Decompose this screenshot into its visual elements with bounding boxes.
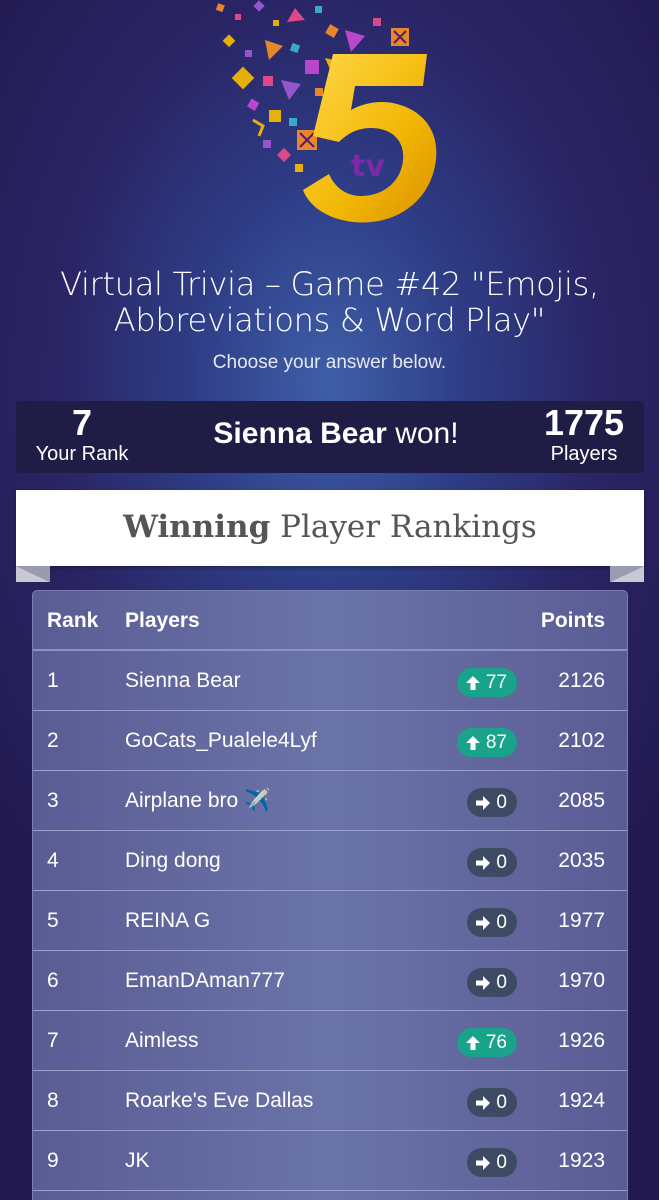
row-points: 1926	[558, 1029, 605, 1052]
rank-change-value: 0	[496, 971, 507, 993]
header-points: Points	[540, 609, 605, 632]
rank-change-value: 76	[485, 1031, 507, 1053]
table-row: 1 Sienna Bear 77 2126	[33, 651, 627, 711]
row-rank: 6	[47, 969, 59, 992]
table-row: 6 EmanDAman777 0 1970	[33, 951, 627, 1011]
row-points: 1923	[558, 1149, 605, 1172]
row-points: 1977	[558, 909, 605, 932]
rank-change-value: 0	[496, 851, 507, 873]
row-player-name: JK	[125, 1149, 150, 1172]
banner-fold-left	[16, 566, 50, 582]
table-row: 3 Airplane bro ✈️ 0 2085	[33, 771, 627, 831]
game-title-line2: Abbreviations & Word Play"	[113, 301, 546, 339]
rank-change-badge: 87	[456, 728, 517, 757]
players-count-value: 1775	[543, 402, 625, 443]
row-points: 1924	[558, 1089, 605, 1112]
header-rank: Rank	[47, 609, 99, 632]
winner-announcement: Sienna Bear won!	[148, 417, 524, 451]
row-player-name: REINA G	[125, 909, 211, 932]
game-title: Virtual Trivia – Game #42 "Emojis, Abbre…	[0, 266, 659, 338]
table-row: 9 JK 0 1923	[33, 1131, 627, 1191]
rank-change-value: 87	[485, 731, 507, 753]
row-points: 2035	[558, 849, 605, 872]
row-player-name: Aimless	[125, 1029, 199, 1052]
winner-name: Sienna Bear	[213, 417, 387, 450]
row-rank: 1	[47, 669, 59, 692]
rankings-banner: Winning Player Rankings	[16, 490, 644, 566]
row-points: 2126	[558, 669, 605, 692]
rank-change-badge: 76	[456, 1028, 517, 1057]
your-rank-value: 7	[71, 402, 93, 443]
arrow-right-icon	[474, 1094, 496, 1112]
5tv-logo: tv	[215, 0, 437, 223]
arrow-up-icon	[464, 674, 486, 692]
table-header: Rank Players Points	[33, 591, 627, 651]
arrow-up-icon	[464, 1034, 486, 1052]
table-row: 8 Roarke's Eve Dallas 0 1924	[33, 1071, 627, 1131]
row-player-name: Sienna Bear	[125, 669, 241, 692]
row-rank: 3	[47, 789, 59, 812]
row-points: 1970	[558, 969, 605, 992]
row-player-name: Roarke's Eve Dallas	[125, 1089, 314, 1112]
row-rank: 8	[47, 1089, 59, 1112]
table-row: 4 Ding dong 0 2035	[33, 831, 627, 891]
rank-change-badge: 77	[456, 668, 517, 697]
rank-change-badge: 0	[467, 788, 517, 817]
arrow-right-icon	[474, 1154, 496, 1172]
players-count-label: Players	[550, 443, 618, 465]
rank-change-badge: 0	[467, 908, 517, 937]
rankings-table: Rank Players Points 1 Sienna Bear 77 2126 2 G…	[32, 590, 628, 1200]
arrow-right-icon	[474, 854, 496, 872]
rankings-banner-rest: Player Rankings	[280, 509, 537, 545]
header-players: Players	[125, 609, 200, 632]
rank-change-badge: 0	[467, 848, 517, 877]
table-row: 5 REINA G 0 1977	[33, 891, 627, 951]
rank-change-value: 0	[496, 1091, 507, 1113]
table-row: 2 GoCats_Pualele4Lyf 87 2102	[33, 711, 627, 771]
rank-change-badge: 0	[467, 968, 517, 997]
players-count: 1775 Players	[524, 402, 644, 466]
instructions-text: Choose your answer below.	[212, 352, 447, 373]
table-row: 7 Aimless 76 1926	[33, 1011, 627, 1071]
row-rank: 9	[47, 1149, 59, 1172]
row-rank: 4	[47, 849, 59, 872]
banner-fold-right	[610, 566, 644, 582]
game-title-line1: Virtual Trivia – Game #42 "Emojis,	[60, 265, 599, 303]
row-rank: 2	[47, 729, 59, 752]
rank-change-value: 0	[496, 791, 507, 813]
row-rank: 5	[47, 909, 59, 932]
row-player-name: Ding dong	[125, 849, 221, 872]
row-player-name: Airplane bro ✈️	[125, 789, 271, 812]
row-points: 2102	[558, 729, 605, 752]
svg-text:tv: tv	[351, 149, 385, 184]
row-player-name: GoCats_Pualele4Lyf	[125, 729, 317, 752]
table-body: 1 Sienna Bear 77 2126 2 GoCats_Pualele4Lyf 87 2…	[33, 651, 627, 1191]
row-rank: 7	[47, 1029, 59, 1052]
your-rank-label: Your Rank	[35, 443, 129, 465]
arrow-right-icon	[474, 914, 496, 932]
rank-change-value: 77	[485, 671, 507, 693]
rank-change-value: 0	[496, 911, 507, 933]
row-points: 2085	[558, 789, 605, 812]
arrow-right-icon	[474, 974, 496, 992]
rankings-banner-bold: Winning	[123, 509, 271, 545]
row-player-name: EmanDAman777	[125, 969, 285, 992]
rank-change-badge: 0	[467, 1148, 517, 1177]
arrow-right-icon	[474, 794, 496, 812]
rank-change-badge: 0	[467, 1088, 517, 1117]
rank-change-value: 0	[496, 1151, 507, 1173]
your-rank: 7 Your Rank	[16, 402, 148, 466]
rank-summary-bar: 7 Your Rank Sienna Bear won! 1775 Player…	[16, 401, 644, 473]
winner-suffix: won!	[395, 417, 459, 450]
arrow-up-icon	[464, 734, 486, 752]
